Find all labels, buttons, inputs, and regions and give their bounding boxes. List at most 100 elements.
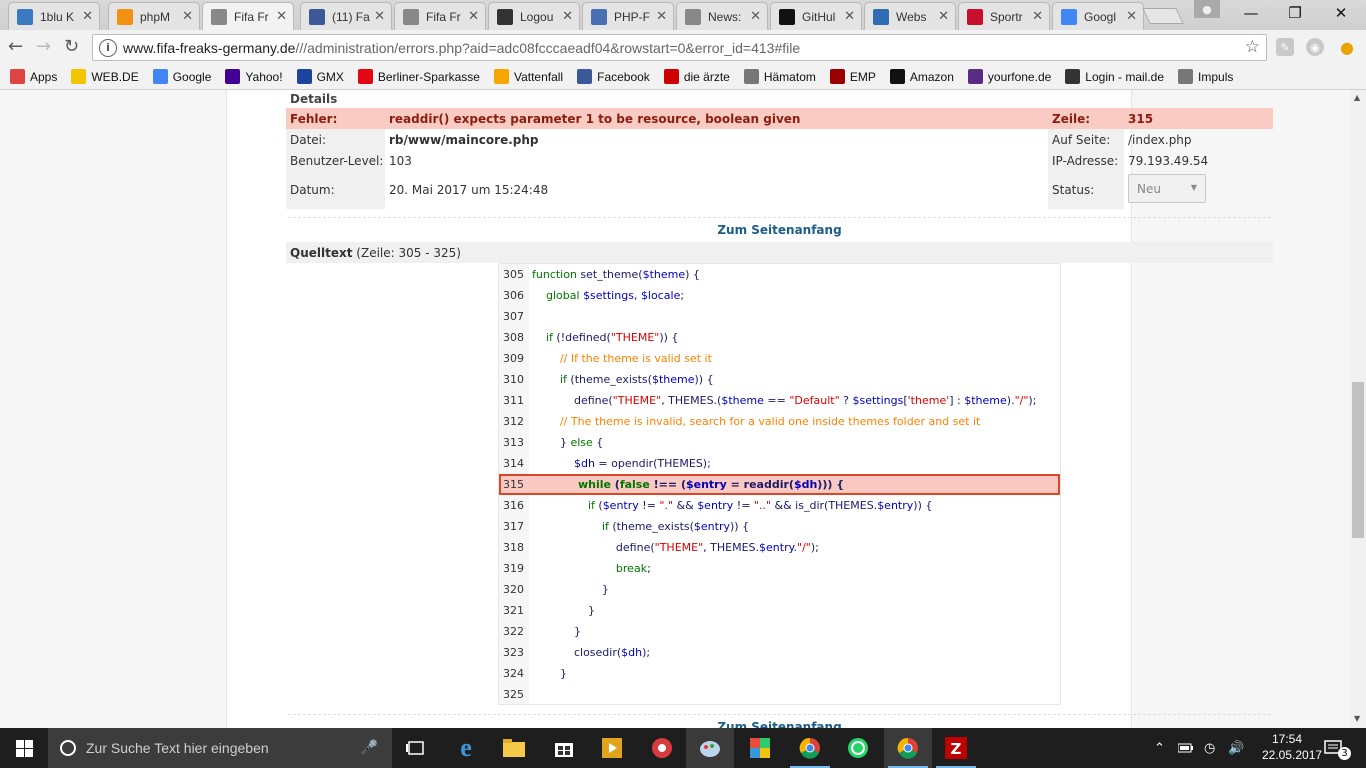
bookmark-emp[interactable]: EMP <box>829 69 876 84</box>
close-window-icon[interactable]: ✕ <box>1318 4 1364 22</box>
address-bar[interactable]: i www.fifa-freaks-germany.de///administr… <box>92 34 1267 61</box>
battery-icon[interactable] <box>1178 728 1194 768</box>
scroll-up-icon[interactable]: ▲ <box>1354 93 1360 102</box>
close-tab-icon[interactable]: ✕ <box>562 9 573 24</box>
new-tab-button[interactable] <box>1142 8 1184 24</box>
scrollbar-thumb[interactable] <box>1352 382 1364 538</box>
restore-icon[interactable]: ❐ <box>1272 4 1318 22</box>
bookmark-star-icon[interactable]: ☆ <box>1245 37 1260 57</box>
bookmark-page[interactable]: Impuls <box>1178 69 1233 84</box>
bookmark-apps-grid[interactable]: Apps <box>10 69 57 84</box>
line-code: $dh = opendir(THEMES); <box>573 457 711 470</box>
status-select-value: Neu <box>1137 181 1161 196</box>
notification-center-icon[interactable]: 3 <box>1324 728 1351 768</box>
forward-icon[interactable]: → <box>36 36 51 57</box>
close-tab-icon[interactable]: ✕ <box>1126 9 1137 24</box>
wifi-icon[interactable]: ◷ <box>1204 728 1215 768</box>
volume-icon[interactable]: 🔊 <box>1228 728 1244 768</box>
app-icon[interactable] <box>638 728 686 768</box>
chrome-icon[interactable] <box>884 728 932 768</box>
show-hidden-icons[interactable]: ⌃ <box>1154 728 1165 768</box>
line-number: 307 <box>503 310 524 323</box>
chrome-icon[interactable] <box>786 728 834 768</box>
tab-github[interactable]: GitHul ✕ <box>770 2 862 30</box>
ip-value: 79.193.49.54 <box>1128 153 1209 168</box>
svg-text:Z: Z <box>951 740 962 758</box>
extension-icon[interactable]: ✎ <box>1276 38 1294 56</box>
yahoo-icon <box>225 69 241 84</box>
back-icon[interactable]: ← <box>8 36 23 57</box>
windows-start-icon[interactable] <box>0 728 48 768</box>
task-view-icon[interactable] <box>392 728 440 768</box>
paint-icon[interactable] <box>686 728 734 768</box>
file-explorer-icon[interactable] <box>490 728 538 768</box>
page-scrollbar[interactable]: ▲ ▼ <box>1350 90 1366 728</box>
bookmark-gmx[interactable]: GMX <box>296 69 344 84</box>
back-to-top-link[interactable]: Zum Seitenanfang <box>286 223 1273 237</box>
line-number: 310 <box>503 373 524 386</box>
taskbar-search[interactable]: Zur Suche Text hier eingeben 🎤 <box>48 728 392 768</box>
code-line: 320 } <box>499 579 1060 600</box>
tab-fifa[interactable]: Fifa Fr ✕ <box>202 2 294 30</box>
line-code: } else { <box>532 436 604 449</box>
tab-k[interactable]: Sportr ✕ <box>958 2 1050 30</box>
profile-icon[interactable]: ● <box>1194 0 1220 18</box>
close-tab-icon[interactable]: ✕ <box>182 9 193 24</box>
info-icon[interactable]: i <box>99 38 117 57</box>
code-line: 318 define("THEME", THEMES.$entry."/"); <box>499 537 1060 558</box>
tab-1blu[interactable]: 1blu K ✕ <box>8 2 100 30</box>
bookmark-page[interactable]: Hämatom <box>743 69 816 84</box>
back-to-top-link[interactable]: Zum Seitenanfang <box>286 720 1273 728</box>
close-tab-icon[interactable]: ✕ <box>844 9 855 24</box>
line-number: 317 <box>503 520 524 533</box>
tab-pma[interactable]: phpM ✕ <box>108 2 200 30</box>
tab-fifa[interactable]: Fifa Fr ✕ <box>394 2 486 30</box>
bookmark-yahoo[interactable]: Yahoo! <box>225 69 283 84</box>
status-select[interactable]: Neu ▼ <box>1128 174 1206 203</box>
bookmark-webde[interactable]: WEB.DE <box>71 69 139 84</box>
bookmark-yourfone[interactable]: yourfone.de <box>967 69 1051 84</box>
bookmark-aerzte[interactable]: die ärzte <box>663 69 730 84</box>
close-tab-icon[interactable]: ✕ <box>938 9 949 24</box>
line-number: 311 <box>503 394 524 407</box>
tab-php[interactable]: PHP-F ✕ <box>582 2 674 30</box>
tab-facebook[interactable]: (11) Fa ✕ <box>300 2 392 30</box>
page-label: Auf Seite: <box>1048 129 1124 150</box>
close-tab-icon[interactable]: ✕ <box>82 9 93 24</box>
bookmark-sparkasse[interactable]: Berliner-Sparkasse <box>357 69 480 84</box>
system-clock[interactable]: 17:54 22.05.2017 <box>1262 731 1322 763</box>
code-line: 322 } <box>499 621 1060 642</box>
tab-google[interactable]: Googl ✕ <box>1052 2 1144 30</box>
puzzle-app-icon[interactable] <box>736 728 784 768</box>
filezilla-icon[interactable]: Z <box>932 728 980 768</box>
close-tab-icon[interactable]: ✕ <box>656 9 667 24</box>
store-icon[interactable] <box>540 728 588 768</box>
url-domain: www.fifa-freaks-germany.de <box>123 39 296 56</box>
close-tab-icon[interactable]: ✕ <box>468 9 479 24</box>
close-tab-icon[interactable]: ✕ <box>276 9 287 24</box>
extension-icon[interactable]: ◉ <box>1306 38 1324 56</box>
bookmarks-bar: Apps WEB.DE Google Yahoo! GMX Berliner-Sparka… <box>0 64 1366 90</box>
menu-alert-icon[interactable]: ● <box>1338 38 1356 57</box>
edge-icon[interactable]: e <box>442 728 490 768</box>
bookmark-amazon[interactable]: Amazon <box>889 69 954 84</box>
bookmark-facebook[interactable]: Facebook <box>577 69 650 84</box>
minimize-icon[interactable]: — <box>1228 4 1274 22</box>
microphone-icon[interactable]: 🎤 <box>361 740 378 756</box>
media-player-icon[interactable] <box>588 728 636 768</box>
bookmark-maildel[interactable]: Login - mail.de <box>1065 69 1164 84</box>
whatsapp-icon[interactable] <box>834 728 882 768</box>
bookmark-vattenfall[interactable]: Vattenfall <box>493 69 563 84</box>
bookmark-google[interactable]: Google <box>152 69 211 84</box>
scroll-down-icon[interactable]: ▼ <box>1354 714 1360 723</box>
close-tab-icon[interactable]: ✕ <box>374 9 385 24</box>
tab-webs[interactable]: Webs ✕ <box>864 2 956 30</box>
line-number: 314 <box>503 457 524 470</box>
reload-icon[interactable]: ↻ <box>64 36 79 57</box>
close-tab-icon[interactable]: ✕ <box>750 9 761 24</box>
tab-logout[interactable]: Logou ✕ <box>488 2 580 30</box>
line-code: if (theme_exists($entry)) { <box>601 520 750 533</box>
tab-fifa[interactable]: News: ✕ <box>676 2 768 30</box>
line-code: if (theme_exists($theme)) { <box>559 373 714 386</box>
close-tab-icon[interactable]: ✕ <box>1032 9 1043 24</box>
